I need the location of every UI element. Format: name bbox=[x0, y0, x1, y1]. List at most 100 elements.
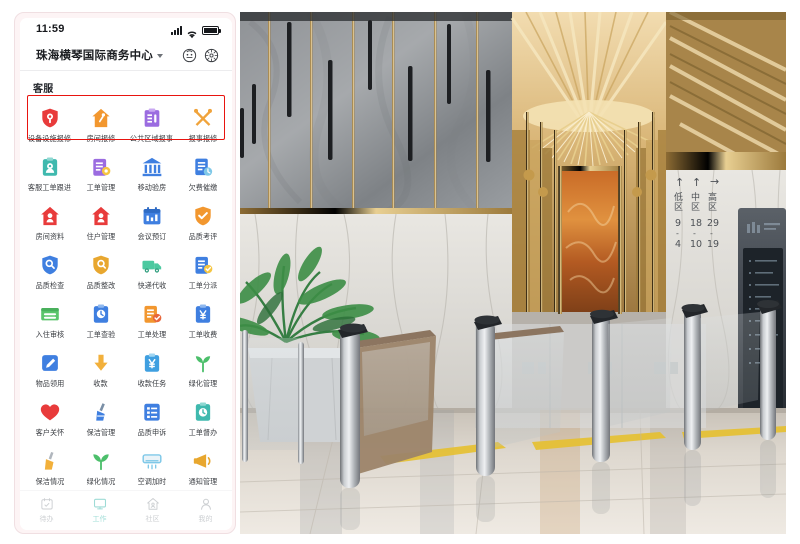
app-tile-broom[interactable]: 保洁管理 bbox=[75, 395, 126, 442]
svg-text:-: - bbox=[676, 229, 679, 238]
app-tile-shield-alert[interactable]: 设备设施报修 bbox=[24, 101, 75, 148]
app-tile-clipboard-assign[interactable]: 工单分派 bbox=[177, 248, 228, 295]
app-tile-label: 移动验房 bbox=[137, 183, 166, 192]
app-tile-clipboard-watch[interactable]: 工单督办 bbox=[177, 395, 228, 442]
app-tile-yuan-task[interactable]: 收款任务 bbox=[126, 346, 177, 393]
heart-icon bbox=[39, 401, 61, 423]
tab-user-profile[interactable]: 我的 bbox=[179, 497, 232, 524]
app-tile-label: 品质检查 bbox=[35, 281, 64, 290]
megaphone-icon bbox=[192, 450, 214, 472]
svg-text:区: 区 bbox=[708, 202, 717, 213]
down-arrow-icon bbox=[90, 352, 112, 374]
app-tile-shield-check[interactable]: 品质考评 bbox=[177, 199, 228, 246]
app-tile-label: 品质整改 bbox=[86, 281, 115, 290]
app-tile-bill-overdue[interactable]: 欠费催缴 bbox=[177, 150, 228, 197]
app-tile-clipboard-done[interactable]: 工单处理 bbox=[126, 297, 177, 344]
clipboard-assign-icon bbox=[192, 254, 214, 276]
app-tile-checkin-desk[interactable]: 入住审核 bbox=[24, 297, 75, 344]
app-tile-house-person[interactable]: 房间资料 bbox=[24, 199, 75, 246]
header-actions bbox=[182, 48, 219, 63]
settings-flower-icon[interactable] bbox=[204, 48, 219, 63]
tab-monitor-work[interactable]: 工作 bbox=[73, 497, 126, 524]
shield-edit-icon bbox=[90, 254, 112, 276]
status-time: 11:59 bbox=[36, 23, 65, 35]
app-tile-label: 保洁情况 bbox=[35, 477, 64, 486]
battery-full-icon bbox=[202, 25, 221, 35]
app-tile-house-resident[interactable]: 住户管理 bbox=[75, 199, 126, 246]
app-tile-mop[interactable]: 保洁情况 bbox=[24, 444, 75, 490]
status-icons bbox=[171, 24, 221, 38]
app-tile-label: 保洁管理 bbox=[86, 428, 115, 437]
app-tile-label: 房间报修 bbox=[86, 134, 115, 143]
app-tile-label: 公共区域报事 bbox=[129, 134, 174, 143]
app-tile-air-conditioner[interactable]: 空调加时 bbox=[126, 444, 177, 490]
app-tile-label: 品质考评 bbox=[188, 232, 217, 241]
app-tile-clipboard-gear[interactable]: 工单管理 bbox=[75, 150, 126, 197]
customer-face-icon[interactable] bbox=[182, 48, 197, 63]
app-tile-house-wrench[interactable]: 房间报修 bbox=[75, 101, 126, 148]
app-tile-clipboard-yuan[interactable]: 工单收费 bbox=[177, 297, 228, 344]
app-tile-label: 绿化管理 bbox=[188, 379, 217, 388]
app-tile-label: 工单收费 bbox=[188, 330, 217, 339]
tab-label: 待办 bbox=[39, 516, 54, 523]
sign-zone-low: 低 bbox=[674, 191, 683, 203]
sign-zone-mid: 中 bbox=[691, 191, 700, 203]
page-title: 珠海横琴国际商务中心 bbox=[36, 50, 153, 62]
app-tile-leaf-pair[interactable]: 绿化情况 bbox=[75, 444, 126, 490]
tab-community-home[interactable]: 社区 bbox=[126, 497, 179, 524]
app-tile-clipboard-check[interactable]: 工单查验 bbox=[75, 297, 126, 344]
app-tile-shield-search[interactable]: 品质检查 bbox=[24, 248, 75, 295]
app-tile-label: 品质申诉 bbox=[137, 428, 166, 437]
svg-text:-: - bbox=[693, 229, 696, 238]
workbench-scroll-area[interactable]: 客服 设备设施报修 房间报修 公共区域报事 报事报修 客服工单跟进 工单管理 移动验房 欠费催… bbox=[20, 71, 232, 490]
app-tile-calendar-meeting[interactable]: 会议预订 bbox=[126, 199, 177, 246]
clipboard-user-icon bbox=[39, 156, 61, 178]
app-tile-label: 客服工单跟进 bbox=[27, 183, 72, 192]
yuan-task-icon bbox=[141, 352, 163, 374]
lobby-scene: ↑ ↑ → 低 区 中 区 高 区 9 - 4 18 - 10 29 - 19 bbox=[240, 12, 786, 534]
clipboard-yuan-icon bbox=[192, 303, 214, 325]
app-tile-label: 会议预订 bbox=[137, 232, 166, 241]
app-tile-down-arrow[interactable]: 收款 bbox=[75, 346, 126, 393]
app-tile-label: 空调加时 bbox=[137, 477, 166, 486]
app-tile-clipboard-list[interactable]: 公共区域报事 bbox=[126, 101, 177, 148]
list-appeal-icon bbox=[141, 401, 163, 423]
svg-text:区: 区 bbox=[691, 202, 700, 213]
app-tile-list-appeal[interactable]: 品质申诉 bbox=[126, 395, 177, 442]
tab-calendar-todo[interactable]: 待办 bbox=[20, 497, 73, 524]
app-tile-label: 工单督办 bbox=[188, 428, 217, 437]
bottom-tab-bar: 待办 工作 社区 我的 bbox=[20, 490, 232, 530]
tab-label: 工作 bbox=[92, 516, 107, 523]
delivery-truck-icon bbox=[141, 254, 163, 276]
app-tile-clipboard-user[interactable]: 客服工单跟进 bbox=[24, 150, 75, 197]
app-tile-shield-edit[interactable]: 品质整改 bbox=[75, 248, 126, 295]
chevron-down-icon bbox=[157, 54, 163, 58]
app-tile-label: 通知管理 bbox=[188, 477, 217, 486]
signal-bars-icon bbox=[171, 25, 182, 35]
crossed-tools-icon bbox=[192, 107, 214, 129]
app-tile-label: 收款 bbox=[93, 379, 108, 388]
app-tile-megaphone[interactable]: 通知管理 bbox=[177, 444, 228, 490]
app-tile-crossed-tools[interactable]: 报事报修 bbox=[177, 101, 228, 148]
shield-check-icon bbox=[192, 205, 214, 227]
app-tile-label: 报事报修 bbox=[188, 134, 217, 143]
pen-square-icon bbox=[39, 352, 61, 374]
app-header: 珠海横琴国际商务中心 bbox=[20, 40, 232, 70]
house-resident-icon bbox=[90, 205, 112, 227]
clipboard-watch-icon bbox=[192, 401, 214, 423]
project-selector[interactable]: 珠海横琴国际商务中心 bbox=[36, 47, 163, 63]
app-tile-delivery-truck[interactable]: 快递代收 bbox=[126, 248, 177, 295]
wifi-icon bbox=[186, 26, 198, 38]
app-tile-heart[interactable]: 客户关怀 bbox=[24, 395, 75, 442]
shield-search-icon bbox=[39, 254, 61, 276]
app-tile-bank-building[interactable]: 移动验房 bbox=[126, 150, 177, 197]
air-conditioner-icon bbox=[141, 450, 163, 472]
app-tile-pen-square[interactable]: 物品领用 bbox=[24, 346, 75, 393]
clipboard-check-icon bbox=[90, 303, 112, 325]
app-tile-plant-leaf[interactable]: 绿化管理 bbox=[177, 346, 228, 393]
svg-text:区: 区 bbox=[674, 202, 683, 213]
user-profile-icon bbox=[199, 497, 213, 511]
app-tile-label: 工单分派 bbox=[188, 281, 217, 290]
status-bar: 11:59 bbox=[20, 18, 232, 40]
app-tile-label: 绿化情况 bbox=[86, 477, 115, 486]
